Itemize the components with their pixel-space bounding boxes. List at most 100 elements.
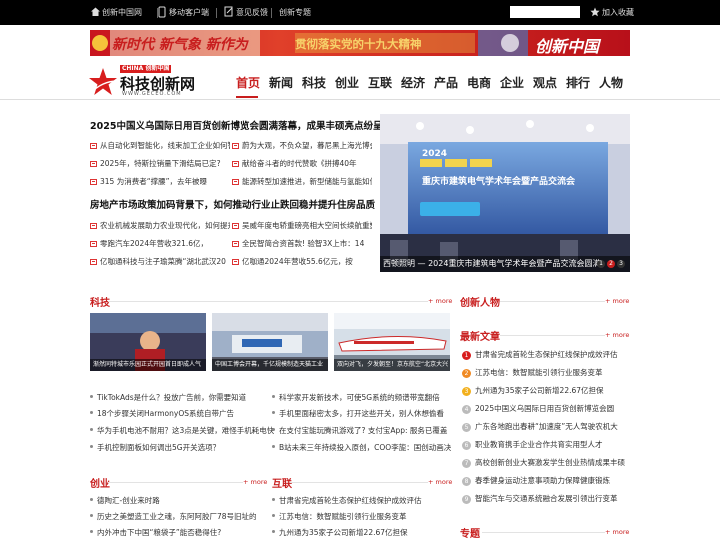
news-item[interactable]: 亿咖通2024年营收55.6亿元，按 [232, 257, 372, 267]
tech-list-item[interactable]: 科学家开发新技术，可使5G系统的频谱带宽翻倍 [272, 393, 440, 403]
news-item[interactable]: 全民智简合资首款! 验智3X上市：14 [232, 239, 372, 249]
headline-1[interactable]: 2025中国义乌国际日用百货创新博览会圆满落幕，成果丰硕亮点纷呈 [90, 118, 382, 132]
nav-news[interactable]: 新闻 [269, 75, 293, 91]
section-title-tech[interactable]: 科技 [90, 294, 110, 309]
hero-slide-year: 2024 [422, 149, 448, 159]
news-item[interactable]: 亿咖通科技与注子瑜菜腾“湖北武汉20 [90, 257, 230, 267]
latest-item[interactable]: 3 九州通为35家子公司新增22.67亿担保 [462, 386, 604, 396]
tech-thumb[interactable]: 双向对飞，夕发朝至！京东航空“北京大兴 [334, 313, 450, 371]
nav-tech[interactable]: 科技 [302, 75, 326, 91]
latest-item[interactable]: 2 江苏电信：数智赋能引领行业服务变革 [462, 368, 603, 378]
news-item[interactable]: 315 为消费者“撑腰”，去年被曝 [90, 177, 230, 187]
news-icon [90, 143, 97, 149]
tech-thumb[interactable]: 渐然同特城市乐园正式开园首日即成人气 [90, 313, 206, 371]
section-line [500, 335, 605, 336]
site-logo[interactable]: CHINA 创新中国 科技创新网 WWW.GECEO.COM [88, 63, 198, 98]
news-item[interactable]: 蔚为大观，不负众望，暮尼黑上海光博会 [232, 141, 372, 151]
news-item[interactable]: 2025年，特斯拉销量下滑结局已定? [90, 159, 230, 169]
hero-slide-title: 重庆市建筑电气学术年会暨产品交流会 [422, 177, 576, 187]
rank-badge: 1 [462, 351, 471, 360]
news-item[interactable]: 从自动化到智能化，线束加工企业如何智 [90, 141, 230, 151]
more-link-startup[interactable]: + more [243, 478, 267, 486]
nav-enterprise[interactable]: 企业 [500, 75, 524, 91]
latest-item[interactable]: 6 职业教育携手企业合作共育实用型人才 [462, 440, 603, 450]
tech-list-item[interactable]: 18个步骤关闭HarmonyOS系统自带广告 [90, 409, 234, 419]
tech-thumb[interactable]: 中国工博会开幕，千亿规模制造天猫工业 [212, 313, 328, 371]
startup-list-item[interactable]: 内外冲击下中国“粮袋子”能否稳得住? [90, 528, 221, 538]
home-icon[interactable] [90, 6, 101, 17]
star-icon[interactable] [590, 7, 600, 17]
section-title-startup[interactable]: 创业 [90, 475, 110, 490]
tech-list-item[interactable]: B站未来三年持续投入原创，COO李旎：国创动画决 [272, 443, 451, 453]
edit-icon [224, 6, 233, 17]
slide-dot[interactable]: 1 [597, 260, 605, 268]
nav-active-underline [236, 96, 258, 98]
latest-item[interactable]: 7 高校创新创业大赛激发学生创业热情成果丰硕 [462, 458, 625, 468]
slide-dot-active[interactable]: 2 [607, 260, 615, 268]
section-line [108, 482, 243, 483]
internet-list-item[interactable]: 九州通为35家子公司新增22.67亿担保 [272, 528, 408, 538]
tech-list-item[interactable]: 在支付宝能玩腾讯游戏了? 支付宝App: 服务已覆盖 [272, 426, 447, 436]
nav-economy[interactable]: 经济 [401, 75, 425, 91]
thumb-caption: 中国工博会开幕，千亿规模制造天猫工业 [212, 359, 328, 371]
tech-list-item[interactable]: 手机里面秘密太多，打开这些开关，别人休想偷看 [272, 409, 444, 419]
news-item[interactable]: 能源转型加速推进，新型储能与氢能如何 [232, 177, 372, 187]
nav-products[interactable]: 产品 [434, 75, 458, 91]
header-divider [0, 99, 720, 100]
hero-caption[interactable]: 西顿照明 — 2024重庆市建筑电气学术年会暨产品交流会圆满 [380, 256, 630, 272]
news-item[interactable]: 农业机械发展助力农业现代化，如何提升 [90, 221, 230, 231]
nav-ecommerce[interactable]: 电商 [467, 75, 491, 91]
section-title-people[interactable]: 创新人物 [460, 294, 500, 309]
top-bar: 创新中国网 移动客户端 意见反馈 创新专题 加入收藏 [0, 0, 720, 25]
startup-list-item[interactable]: 历史之美塑造工业之魂，东阿阿胶厂78号旧址的 [90, 512, 257, 522]
tech-list-item[interactable]: 手机控制面板如何调出5G开关选项？ [90, 443, 220, 453]
hero-image [380, 114, 630, 272]
rank-badge: 4 [462, 405, 471, 414]
internet-list-item[interactable]: 甘肃省完成首轮生态保护红线保护成效评估 [272, 496, 422, 506]
news-item[interactable]: 献给奋斗者的时代赞歌《拼搏40年 [232, 159, 372, 169]
home-link[interactable]: 创新中国网 [102, 7, 142, 18]
banner-ad[interactable]: 新时代 新气象 新作为 贯彻落实党的十九大精神 创新中国 [90, 30, 630, 56]
headline-2[interactable]: 房地产市场政策加码背景下，如何推动行业止跌回稳并提升住房品质 [90, 197, 375, 211]
latest-item[interactable]: 9 智能汽车与交通系统融合发展引领出行变革 [462, 494, 618, 504]
main-nav: 首页 新闻 科技 创业 互联 经济 产品 电商 企业 观点 排行 人物 [230, 70, 630, 100]
more-link-internet[interactable]: + more [428, 478, 452, 486]
nav-home[interactable]: 首页 [236, 75, 260, 91]
slide-dot[interactable]: 3 [617, 260, 625, 268]
more-link-latest[interactable]: + more [605, 331, 629, 339]
tech-list-item[interactable]: TikTokAds是什么？投放广告前，你需要知道 [90, 393, 246, 403]
mobile-client-link[interactable]: 移动客户端 [169, 7, 209, 18]
topics-link[interactable]: 创新专题 [279, 7, 311, 18]
latest-item[interactable]: 4 2025中国义乌国际日用百货创新博览会圆 [462, 404, 614, 414]
latest-item[interactable]: 5 广东各地跑出春耕“加速度”无人驾驶农机大 [462, 422, 618, 432]
add-favorite-link[interactable]: 加入收藏 [602, 7, 634, 18]
logo-china: CHINA 创新中国 [120, 65, 172, 73]
more-link-tech[interactable]: + more [428, 297, 452, 305]
latest-item[interactable]: 1 甘肃省完成首轮生态保护红线保护成效评估 [462, 350, 618, 360]
latest-item[interactable]: 8 春季健身运动注意事项助力保障健康锻炼 [462, 476, 610, 486]
news-item[interactable]: 吴威年度电轿重磅亮相大空间长续航重塑 [232, 221, 372, 231]
nav-ranking[interactable]: 排行 [566, 75, 590, 91]
startup-list-item[interactable]: 德陶汇-创业来时路 [90, 496, 160, 506]
hero-slideshow[interactable]: 2024 重庆市建筑电气学术年会暨产品交流会 [380, 114, 630, 272]
tech-list-item[interactable]: 华为手机电池不耐用？这3点是关键，难怪手机耗电快 [90, 426, 274, 436]
news-item[interactable]: 零跑汽车2024年营收321.6亿， [90, 239, 230, 249]
feedback-link[interactable]: 意见反馈 [236, 7, 268, 18]
nav-startup[interactable]: 创业 [335, 75, 359, 91]
more-link-topics[interactable]: + more [605, 528, 629, 536]
news-icon [90, 161, 97, 167]
section-line [290, 482, 428, 483]
section-title-latest[interactable]: 最新文章 [460, 328, 500, 343]
section-title-topics[interactable]: 专题 [460, 525, 480, 540]
nav-people[interactable]: 人物 [599, 75, 623, 91]
internet-list-item[interactable]: 江苏电信：数智赋能引领行业服务变革 [272, 512, 407, 522]
nav-internet[interactable]: 互联 [368, 75, 392, 91]
search-input[interactable] [510, 6, 580, 18]
mobile-icon [158, 6, 166, 18]
section-title-internet[interactable]: 互联 [272, 475, 292, 490]
more-link-people[interactable]: + more [605, 297, 629, 305]
news-icon [232, 143, 239, 149]
section-line [482, 532, 605, 533]
nav-opinion[interactable]: 观点 [533, 75, 557, 91]
news-icon [90, 179, 97, 185]
